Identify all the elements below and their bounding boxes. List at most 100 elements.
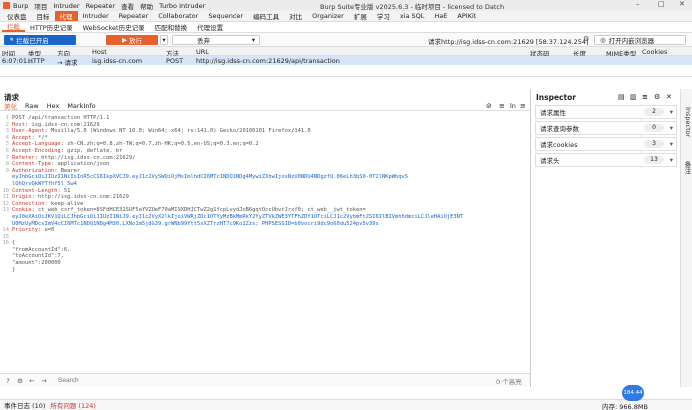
tab-proxy-2[interactable]: WebSocket历史记录 xyxy=(78,22,150,32)
close-button[interactable]: ✕ xyxy=(679,0,685,8)
code-line: 8 Content-Type: application/json xyxy=(0,161,530,168)
inspector-section[interactable]: 请求头 13 ▾ xyxy=(535,153,677,167)
code-line: 6 Accept-Encoding: gzip, deflate, br xyxy=(0,148,530,155)
tab-raw[interactable]: Raw xyxy=(25,102,39,110)
tab-proxy-4[interactable]: 代理设置 xyxy=(192,22,228,32)
chevron-down-icon: ▾ xyxy=(669,156,673,164)
code-line: 11 Origin: http://isg.idss-cn.com:21629 xyxy=(0,194,530,201)
tab-proxy-1[interactable]: HTTP历史记录 xyxy=(25,22,78,32)
menu-intruder[interactable]: Intruder xyxy=(53,2,79,10)
minimize-button[interactable]: – xyxy=(636,0,640,8)
close-icon[interactable]: ✕ xyxy=(666,93,672,101)
settings-icon[interactable]: ⚙ xyxy=(654,93,660,101)
tab-main-6[interactable]: Sequencer xyxy=(203,11,248,21)
tab-main-4[interactable]: Repeater xyxy=(114,11,154,21)
inspector-section[interactable]: 请求cookies 3 ▾ xyxy=(535,137,677,151)
intercept-toolbar: ⏸ 拦截已开启 ▶ 放行 ▾ 丢弃 ▾ 请求http://isg.idss-cn… xyxy=(0,33,692,47)
inspector-section-count: 3 xyxy=(644,140,664,148)
intercept-icon: ⏸ xyxy=(10,35,14,43)
layout-icon[interactable]: ▤ xyxy=(618,93,625,101)
header-value: : http://isg.idss-cn.com:21629 xyxy=(31,194,129,201)
header-value: "toAccountId":7, xyxy=(12,253,64,260)
code-line: 1 POST /api/transaction HTTP/1.1 xyxy=(0,115,530,122)
header-value: : */* xyxy=(31,134,48,141)
menu-help[interactable]: 帮助 xyxy=(140,1,153,11)
tab-main-3[interactable]: Intruder xyxy=(78,11,114,21)
line-number: 4 xyxy=(5,134,9,141)
menu-burp[interactable]: Burp xyxy=(13,2,28,10)
tab-proxy-3[interactable]: 匹配和替换 xyxy=(150,22,193,32)
tab-markinfo[interactable]: MarkInfo xyxy=(67,102,95,110)
filter-icon[interactable]: ≡ xyxy=(642,93,648,101)
line-number xyxy=(0,260,9,267)
all-issues-link[interactable]: 所有问题 (124) xyxy=(50,400,96,410)
layout-icon[interactable]: ▥ xyxy=(630,93,637,101)
settings-icon[interactable]: ⚙ xyxy=(583,35,589,43)
menu-view[interactable]: 查看 xyxy=(121,1,134,11)
tab-hex[interactable]: Hex xyxy=(47,102,60,110)
hide-eye-icon[interactable]: ⊘ xyxy=(486,102,492,110)
line-number: 12 xyxy=(2,200,10,207)
column-host[interactable]: Host xyxy=(92,48,107,56)
header-value: : keep-alive xyxy=(44,200,84,207)
intercept-toggle-button[interactable]: ⏸ 拦截已开启 xyxy=(4,34,76,45)
tab-pretty[interactable]: 美化 xyxy=(4,101,17,111)
tab-main-5[interactable]: Collaborator xyxy=(153,11,203,21)
inspector-section[interactable]: 请求查询参数 0 ▾ xyxy=(535,121,677,135)
tab-main-8[interactable]: 对比 xyxy=(284,11,307,21)
notification-badge[interactable]: 184.44 xyxy=(622,385,644,401)
inspector-section-count: 0 xyxy=(644,124,664,132)
line-numbers-toggle[interactable]: ln xyxy=(510,102,516,110)
status-bar: 事件日志 (10) 所有问题 (124) 内存: 966.8MB xyxy=(0,399,692,410)
menu-repeater[interactable]: Repeater xyxy=(86,2,116,10)
table-row[interactable]: 6:07:01... HTTP → 请求 isg.idss-cn.com POS… xyxy=(0,56,692,67)
rail-tab-inspector[interactable]: Inspector xyxy=(682,107,692,137)
cell-method: POST xyxy=(166,57,184,65)
help-icon[interactable]: ? xyxy=(4,377,12,385)
forward-button[interactable]: ▶ 放行 xyxy=(106,34,158,45)
code-line: 9 Authorization: Bearer xyxy=(0,168,530,175)
line-number: 2 xyxy=(5,121,9,128)
column-cookies[interactable]: Cookies xyxy=(642,48,667,56)
tab-main-12[interactable]: xia SQL xyxy=(395,11,430,21)
tab-main-10[interactable]: 扩展 xyxy=(349,11,372,21)
browser-icon: ◎ xyxy=(600,36,606,44)
column-url[interactable]: URL xyxy=(196,48,209,56)
tab-main-14[interactable]: APIKit xyxy=(452,11,481,21)
forward-dropdown-button[interactable]: ▾ xyxy=(160,34,168,45)
tab-main-0[interactable]: 仪表盘 xyxy=(2,11,32,21)
menu-turbo-intruder[interactable]: Turbo Intruder xyxy=(159,2,205,10)
tab-main-9[interactable]: Organizer xyxy=(307,11,349,21)
tab-proxy-0[interactable]: 拦截 xyxy=(2,22,25,32)
tab-main-11[interactable]: 学习 xyxy=(372,11,395,21)
history-table-header: 时间 类型 方向 Host 方法 URL 状态码 长度 MIME类型 Cooki… xyxy=(0,47,692,58)
header-value: "amount":200000 xyxy=(12,260,61,267)
inspector-title: Inspector xyxy=(536,93,576,102)
inspector-section[interactable]: 请求属性 2 ▾ xyxy=(535,105,677,119)
back-arrow-icon[interactable]: ← xyxy=(28,377,36,385)
tab-main-7[interactable]: 编码工具 xyxy=(248,11,284,21)
line-number: 3 xyxy=(5,128,9,135)
request-editor[interactable]: 1 POST /api/transaction HTTP/1.1 2 Host: is… xyxy=(0,115,530,367)
settings-icon[interactable]: ⚙ xyxy=(16,377,24,385)
menu-project[interactable]: 项目 xyxy=(34,1,47,11)
rail-tab-notes[interactable]: 备注 xyxy=(682,161,692,174)
header-value: : ct_web_csrf_token=8SFdHCE31SUF5aYVZUeF… xyxy=(31,207,366,214)
wrap-lines-icon[interactable]: ≡ xyxy=(499,102,505,110)
tab-main-1[interactable]: 目标 xyxy=(32,11,55,21)
chevron-down-icon: ▾ xyxy=(669,140,673,148)
menu-icon[interactable]: ≡ xyxy=(520,102,526,110)
code-line: 7 Referer: http://isg.idss-cn.com:21629/ xyxy=(0,155,530,162)
tab-main-13[interactable]: HaE xyxy=(429,11,452,21)
memory-usage: 内存: 966.8MB xyxy=(602,403,648,410)
maximize-button[interactable]: □ xyxy=(658,0,665,8)
drop-select[interactable]: 丢弃 ▾ xyxy=(172,34,260,45)
open-browser-button[interactable]: ◎ 打开内嵌浏览器 xyxy=(594,35,686,45)
event-log-link[interactable]: 事件日志 (10) xyxy=(4,400,45,410)
forward-arrow-icon[interactable]: → xyxy=(40,377,48,385)
forward-label: 放行 xyxy=(129,36,142,45)
search-input[interactable] xyxy=(56,375,496,386)
tab-main-2[interactable]: 代理 xyxy=(54,11,78,21)
request-panel: 请求 美化 Raw Hex MarkInfo ⊘ ≡ ln ≡ 1 POST /a… xyxy=(0,89,531,387)
header-value: : u=0 xyxy=(37,227,55,234)
